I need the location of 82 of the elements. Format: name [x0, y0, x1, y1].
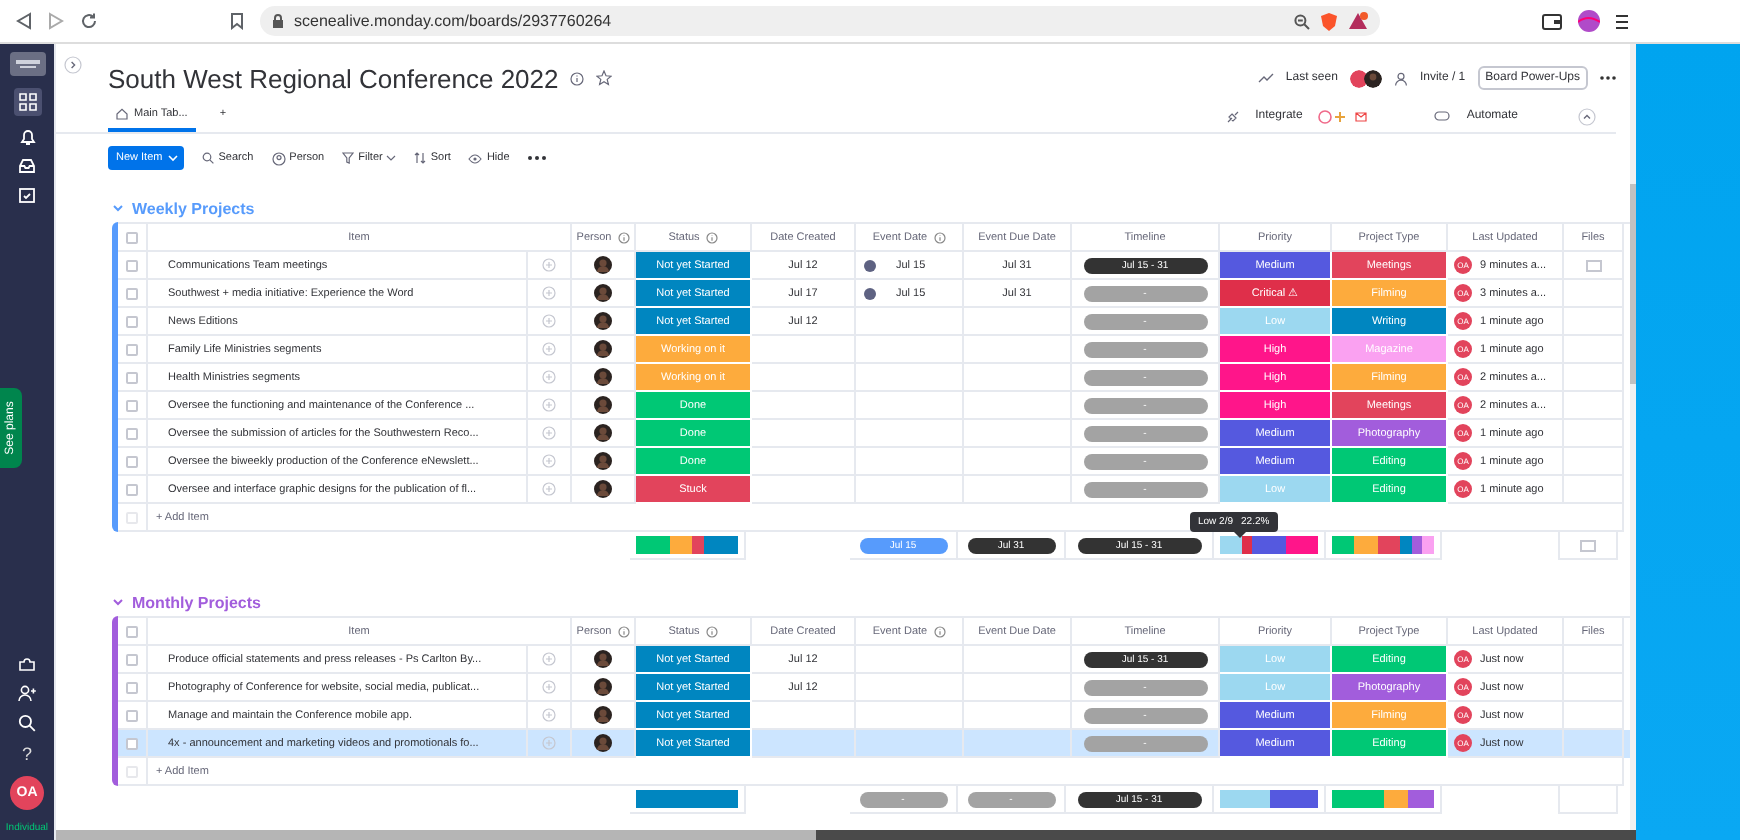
- row-checkbox[interactable]: [126, 709, 138, 721]
- person-avatar[interactable]: [594, 368, 612, 386]
- row-checkbox[interactable]: [126, 259, 138, 271]
- chevron-icon[interactable]: [112, 204, 124, 212]
- caret-icon: [386, 154, 397, 162]
- info-icon[interactable]: [570, 71, 585, 85]
- scrollbar-thumb[interactable]: [56, 830, 816, 840]
- row-checkbox[interactable]: [126, 483, 138, 495]
- sort-icon: [414, 152, 427, 164]
- person-avatar[interactable]: [594, 340, 612, 358]
- person-avatar[interactable]: [594, 396, 612, 414]
- star-icon[interactable]: [596, 70, 613, 86]
- expand-icon[interactable]: [64, 56, 82, 74]
- row-checkbox[interactable]: [126, 399, 138, 411]
- person-avatar[interactable]: [594, 734, 612, 752]
- person-icon: [271, 151, 286, 165]
- user-avatar-small[interactable]: [1349, 69, 1368, 87]
- person-icon[interactable]: [1393, 71, 1408, 85]
- add-user-icon[interactable]: [18, 684, 36, 702]
- person-avatar[interactable]: [594, 312, 612, 330]
- person-avatar[interactable]: [594, 706, 612, 724]
- chevron-icon[interactable]: [112, 598, 124, 606]
- collapse-icon[interactable]: [1578, 107, 1596, 125]
- reload-icon[interactable]: [80, 12, 98, 30]
- shield-icon[interactable]: [1320, 11, 1338, 31]
- home-icon: [116, 108, 128, 120]
- person-avatar[interactable]: [594, 678, 612, 696]
- bell-icon[interactable]: [19, 128, 35, 146]
- file-icon: [1585, 259, 1601, 271]
- url-text: scenealive.monday.com/boards/2937760264: [294, 12, 612, 30]
- triangle-icon[interactable]: [1348, 12, 1368, 30]
- info-icon[interactable]: [933, 625, 946, 637]
- row-checkbox[interactable]: [126, 653, 138, 665]
- row-checkbox[interactable]: [126, 371, 138, 383]
- help-button[interactable]: ?: [21, 744, 32, 764]
- row-checkbox[interactable]: [126, 681, 138, 693]
- apps-icon[interactable]: [13, 88, 41, 116]
- info-icon[interactable]: [705, 231, 718, 243]
- event-dot: [864, 259, 876, 271]
- bookmark-icon[interactable]: [230, 12, 244, 30]
- zoom-icon[interactable]: [1294, 13, 1310, 29]
- person-avatar[interactable]: [1363, 69, 1382, 87]
- row-checkbox[interactable]: [126, 427, 138, 439]
- profile-icon[interactable]: [1578, 10, 1600, 32]
- board-title: South West Regional Conference 2022: [108, 63, 559, 93]
- row-checkbox[interactable]: [126, 315, 138, 327]
- file-icon: [1580, 539, 1596, 551]
- wallet-icon[interactable]: [1542, 13, 1562, 29]
- row-checkbox[interactable]: [126, 287, 138, 299]
- person-avatar[interactable]: [594, 424, 612, 442]
- scrollbar-thumb[interactable]: [1630, 184, 1636, 384]
- eye-icon: [468, 153, 483, 163]
- info-icon[interactable]: [933, 231, 946, 243]
- forward-icon[interactable]: [48, 12, 64, 30]
- back-icon[interactable]: [16, 12, 32, 30]
- row-checkbox[interactable]: [126, 455, 138, 467]
- person-avatar[interactable]: [594, 256, 612, 274]
- select-all-checkbox[interactable]: [126, 231, 138, 243]
- filter-icon: [342, 152, 355, 164]
- event-dot: [864, 287, 876, 299]
- person-avatar[interactable]: [594, 650, 612, 668]
- select-all-checkbox[interactable]: [126, 625, 138, 637]
- caret-icon: [168, 154, 179, 162]
- menu-icon[interactable]: [1616, 13, 1628, 29]
- info-icon[interactable]: [705, 625, 718, 637]
- address-bar[interactable]: scenealive.monday.com/boards/2937760264: [260, 6, 1380, 36]
- row-checkbox[interactable]: [126, 343, 138, 355]
- person-avatar[interactable]: [594, 480, 612, 498]
- person-avatar[interactable]: [594, 284, 612, 302]
- lock-icon: [272, 14, 284, 28]
- activity-icon[interactable]: [1257, 72, 1274, 84]
- person-avatar[interactable]: [594, 452, 612, 470]
- integrate-icon[interactable]: [1225, 109, 1240, 123]
- search-icon[interactable]: [18, 714, 36, 732]
- logo-icon[interactable]: [9, 52, 45, 76]
- group-title[interactable]: Monthly Projects: [132, 593, 261, 611]
- search-icon: [202, 152, 215, 164]
- info-icon[interactable]: [617, 625, 630, 637]
- row-checkbox[interactable]: [126, 737, 138, 749]
- inbox-icon[interactable]: [18, 158, 36, 174]
- info-icon[interactable]: [617, 231, 630, 243]
- calendar-icon[interactable]: [18, 186, 36, 204]
